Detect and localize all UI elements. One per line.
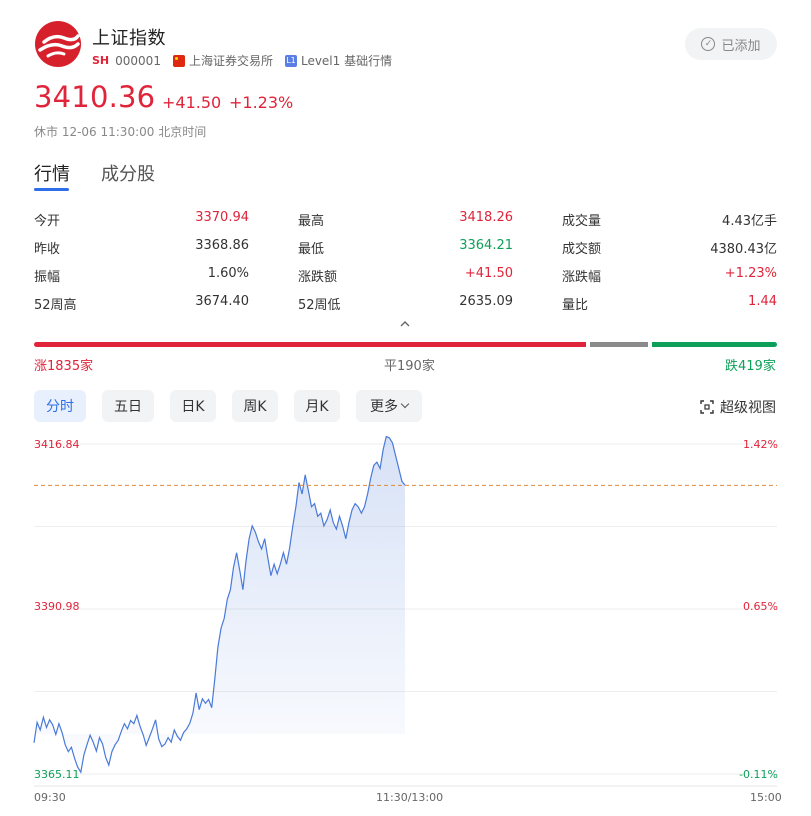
stat-value: 3364.21 <box>459 238 513 253</box>
period-weekly-button[interactable]: 周K <box>232 390 278 422</box>
stat-value: 2635.09 <box>459 294 513 309</box>
price-change: +41.50 <box>162 93 222 112</box>
stat-label: 成交量 <box>562 214 602 229</box>
price-change-pct: +1.23% <box>229 93 294 112</box>
price-area <box>34 436 405 773</box>
stat-value: 3370.94 <box>195 210 249 225</box>
x-label-open: 09:30 <box>34 791 66 804</box>
check-circle-icon: ✓ <box>701 37 716 51</box>
market-tag: SH <box>92 54 110 67</box>
stat-value: 4.43亿手 <box>722 214 777 229</box>
added-watchlist-button[interactable]: ✓ 已添加 <box>685 28 777 60</box>
y-label-bottom: 3365.11 <box>34 768 80 781</box>
period-more-dropdown[interactable]: 更多 <box>356 390 422 422</box>
y-label-mid: 3390.98 <box>34 600 80 613</box>
stat-value: +41.50 <box>464 266 513 281</box>
stat-label: 52周高 <box>34 298 77 313</box>
stat-value: 1.60% <box>207 266 249 281</box>
stat-label: 今开 <box>34 214 61 229</box>
advance-bar <box>34 342 586 347</box>
decline-bar <box>652 342 777 347</box>
stat-value: 4380.43亿 <box>710 242 777 257</box>
chevron-up-icon[interactable] <box>399 318 411 330</box>
period-daily-button[interactable]: 日K <box>170 390 216 422</box>
tab-quotes[interactable]: 行情 <box>34 160 70 186</box>
decline-count: 跌419家 <box>725 359 776 374</box>
index-code: 000001 <box>115 53 161 68</box>
period-monthly-button[interactable]: 月K <box>294 390 340 422</box>
super-view-label: 超级视图 <box>720 400 776 416</box>
index-subline: SH 000001 上海证券交易所 L1 Level1 基础行情 <box>92 52 392 69</box>
level1-icon: L1 <box>284 54 297 67</box>
y-label-top: 3416.84 <box>34 438 80 451</box>
stat-value: 1.44 <box>748 294 777 309</box>
stat-label: 最高 <box>298 214 325 229</box>
stat-label: 成交额 <box>562 242 602 257</box>
market-status: 休市 12-06 11:30:00 北京时间 <box>34 125 207 139</box>
period-intraday-button[interactable]: 分时 <box>34 390 86 422</box>
advance-count: 涨1835家 <box>34 359 94 374</box>
stat-label: 振幅 <box>34 270 61 285</box>
unchanged-count: 平190家 <box>384 359 435 374</box>
y-pct-mid: 0.65% <box>743 600 778 613</box>
x-label-midday: 11:30/13:00 <box>376 791 444 804</box>
current-price: 3410.36 <box>34 80 156 114</box>
unchanged-bar <box>590 342 648 347</box>
period-5day-button[interactable]: 五日 <box>102 390 154 422</box>
super-view-button[interactable]: 超级视图 <box>700 397 776 417</box>
level-text: Level1 基础行情 <box>300 54 393 68</box>
more-label: 更多 <box>370 399 398 415</box>
added-label: 已添加 <box>721 38 761 54</box>
china-flag-icon <box>172 54 185 67</box>
stat-value: 3418.26 <box>459 210 513 225</box>
stat-label: 量比 <box>562 298 589 313</box>
intraday-chart[interactable] <box>0 430 811 790</box>
stat-label: 涨跌幅 <box>562 270 602 285</box>
stat-label: 涨跌额 <box>298 270 338 285</box>
stat-value: +1.23% <box>724 266 777 281</box>
stat-label: 最低 <box>298 242 325 257</box>
exchange-name: 上海证券交易所 <box>188 54 273 68</box>
stat-label: 52周低 <box>298 298 341 313</box>
stat-label: 昨收 <box>34 242 61 257</box>
y-pct-top: 1.42% <box>743 438 778 451</box>
y-pct-bottom: -0.11% <box>739 768 778 781</box>
chevron-down-icon <box>400 399 410 409</box>
sse-logo-icon <box>35 21 81 67</box>
expand-icon <box>700 400 714 414</box>
tab-constituents[interactable]: 成分股 <box>101 160 155 186</box>
stat-value: 3674.40 <box>195 294 249 309</box>
stat-value: 3368.86 <box>195 238 249 253</box>
active-tab-indicator <box>34 188 69 191</box>
index-title: 上证指数 <box>92 28 166 49</box>
x-label-close: 15:00 <box>750 791 782 804</box>
